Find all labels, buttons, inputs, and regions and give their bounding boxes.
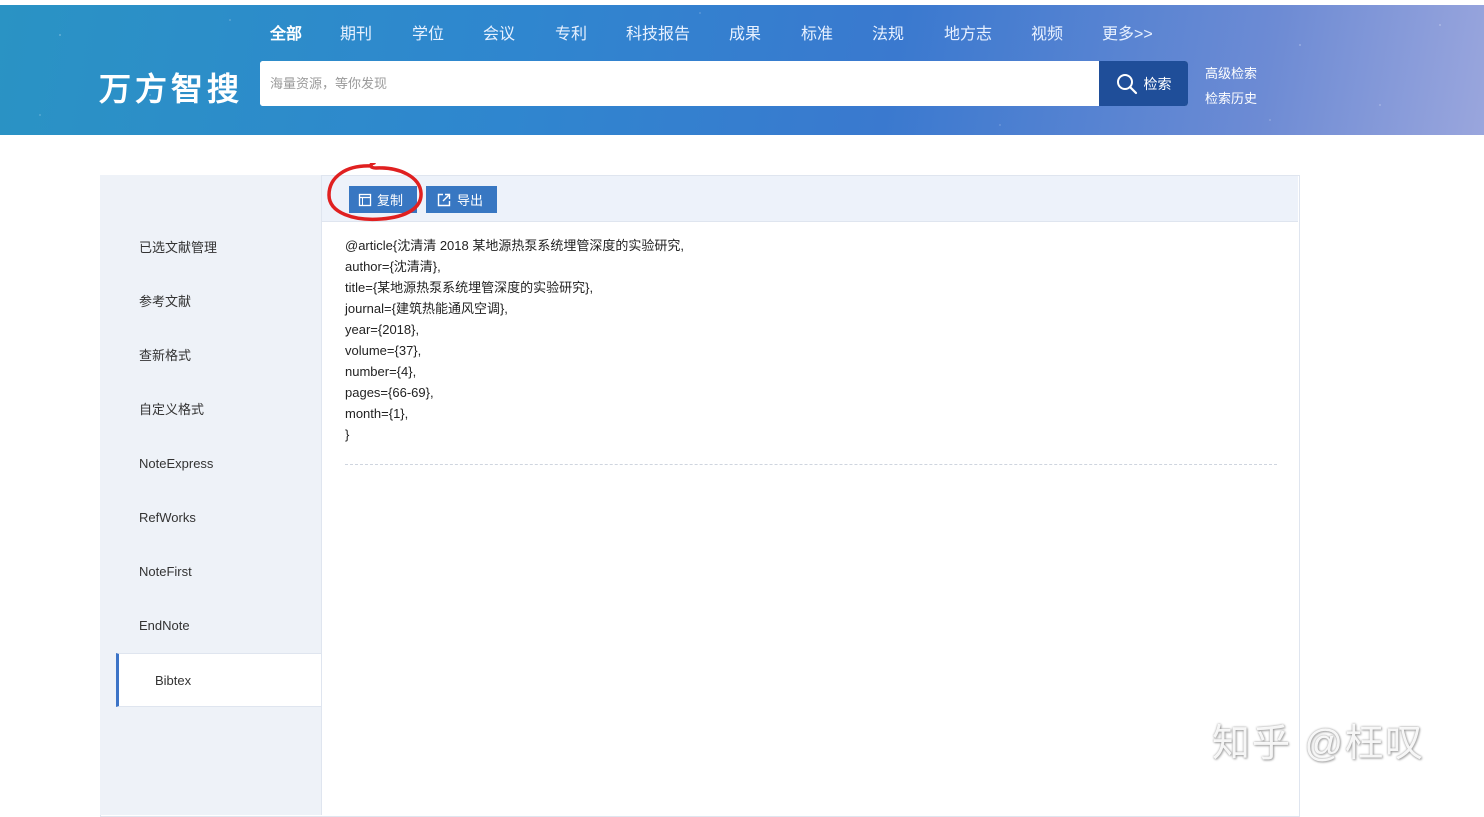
search-button[interactable]: 检索	[1099, 61, 1188, 106]
citation-line: volume={37},	[345, 343, 422, 358]
citation-line: }	[345, 427, 350, 442]
citation-line: title={某地源热泵系统埋管深度的实验研究},	[345, 280, 594, 295]
citation-line: author={沈清清},	[345, 259, 441, 274]
search-icon	[1116, 73, 1137, 94]
sidebar-item-refworks[interactable]: RefWorks	[100, 491, 321, 545]
nav-conference[interactable]: 会议	[483, 20, 515, 44]
sidebar-item-selected-management[interactable]: 已选文献管理	[100, 221, 321, 275]
export-button-label: 导出	[457, 193, 484, 208]
sidebar: 已选文献管理 参考文献 查新格式 自定义格式 NoteExpress RefWo…	[100, 175, 322, 815]
search-links: 高级检索 检索历史	[1205, 61, 1257, 111]
logo[interactable]: 万方智搜	[99, 64, 243, 110]
nav-journal[interactable]: 期刊	[340, 20, 372, 44]
citation-line: month={1},	[345, 406, 409, 421]
citation-line: year={2018},	[345, 322, 420, 337]
nav-degree[interactable]: 学位	[412, 20, 444, 44]
citation-line: @article{沈清清 2018 某地源热泵系统埋管深度的实验研究,	[345, 238, 684, 253]
export-button[interactable]: 导出	[426, 186, 497, 213]
sidebar-item-noteexpress[interactable]: NoteExpress	[100, 437, 321, 491]
bibtex-citation: @article{沈清清 2018 某地源热泵系统埋管深度的实验研究, autho…	[345, 235, 684, 445]
copy-button[interactable]: 复制	[349, 186, 417, 213]
search-button-label: 检索	[1143, 75, 1172, 92]
citation-line: journal={建筑热能通风空调},	[345, 301, 508, 316]
copy-icon	[358, 193, 372, 206]
divider	[345, 464, 1277, 465]
toolbar: 复制 导出	[322, 176, 1298, 222]
watermark: 知乎 @枉叹	[1212, 723, 1426, 765]
search-history-link[interactable]: 检索历史	[1205, 86, 1257, 111]
copy-button-label: 复制	[377, 193, 404, 208]
nav-all[interactable]: 全部	[270, 20, 302, 44]
nav-video[interactable]: 视频	[1031, 20, 1063, 44]
nav-more[interactable]: 更多>>	[1102, 20, 1153, 44]
citation-line: number={4},	[345, 364, 417, 379]
search-bar: 检索	[260, 61, 1188, 106]
advanced-search-link[interactable]: 高级检索	[1205, 61, 1257, 86]
nav-achievement[interactable]: 成果	[729, 20, 761, 44]
sidebar-item-novelty-format[interactable]: 查新格式	[100, 329, 321, 383]
sidebar-item-bibtex[interactable]: Bibtex	[116, 653, 321, 707]
sidebar-item-notefirst[interactable]: NoteFirst	[100, 545, 321, 599]
nav-regulation[interactable]: 法规	[872, 20, 904, 44]
search-input[interactable]	[260, 61, 1098, 106]
nav-standard[interactable]: 标准	[801, 20, 833, 44]
nav-local-chronicle[interactable]: 地方志	[944, 20, 992, 44]
sidebar-item-custom-format[interactable]: 自定义格式	[100, 383, 321, 437]
export-icon	[437, 193, 451, 206]
sidebar-item-references[interactable]: 参考文献	[100, 275, 321, 329]
nav-tech-report[interactable]: 科技报告	[626, 20, 690, 44]
citation-line: pages={66-69},	[345, 385, 434, 400]
sidebar-item-endnote[interactable]: EndNote	[100, 599, 321, 653]
nav-patent[interactable]: 专利	[555, 20, 587, 44]
